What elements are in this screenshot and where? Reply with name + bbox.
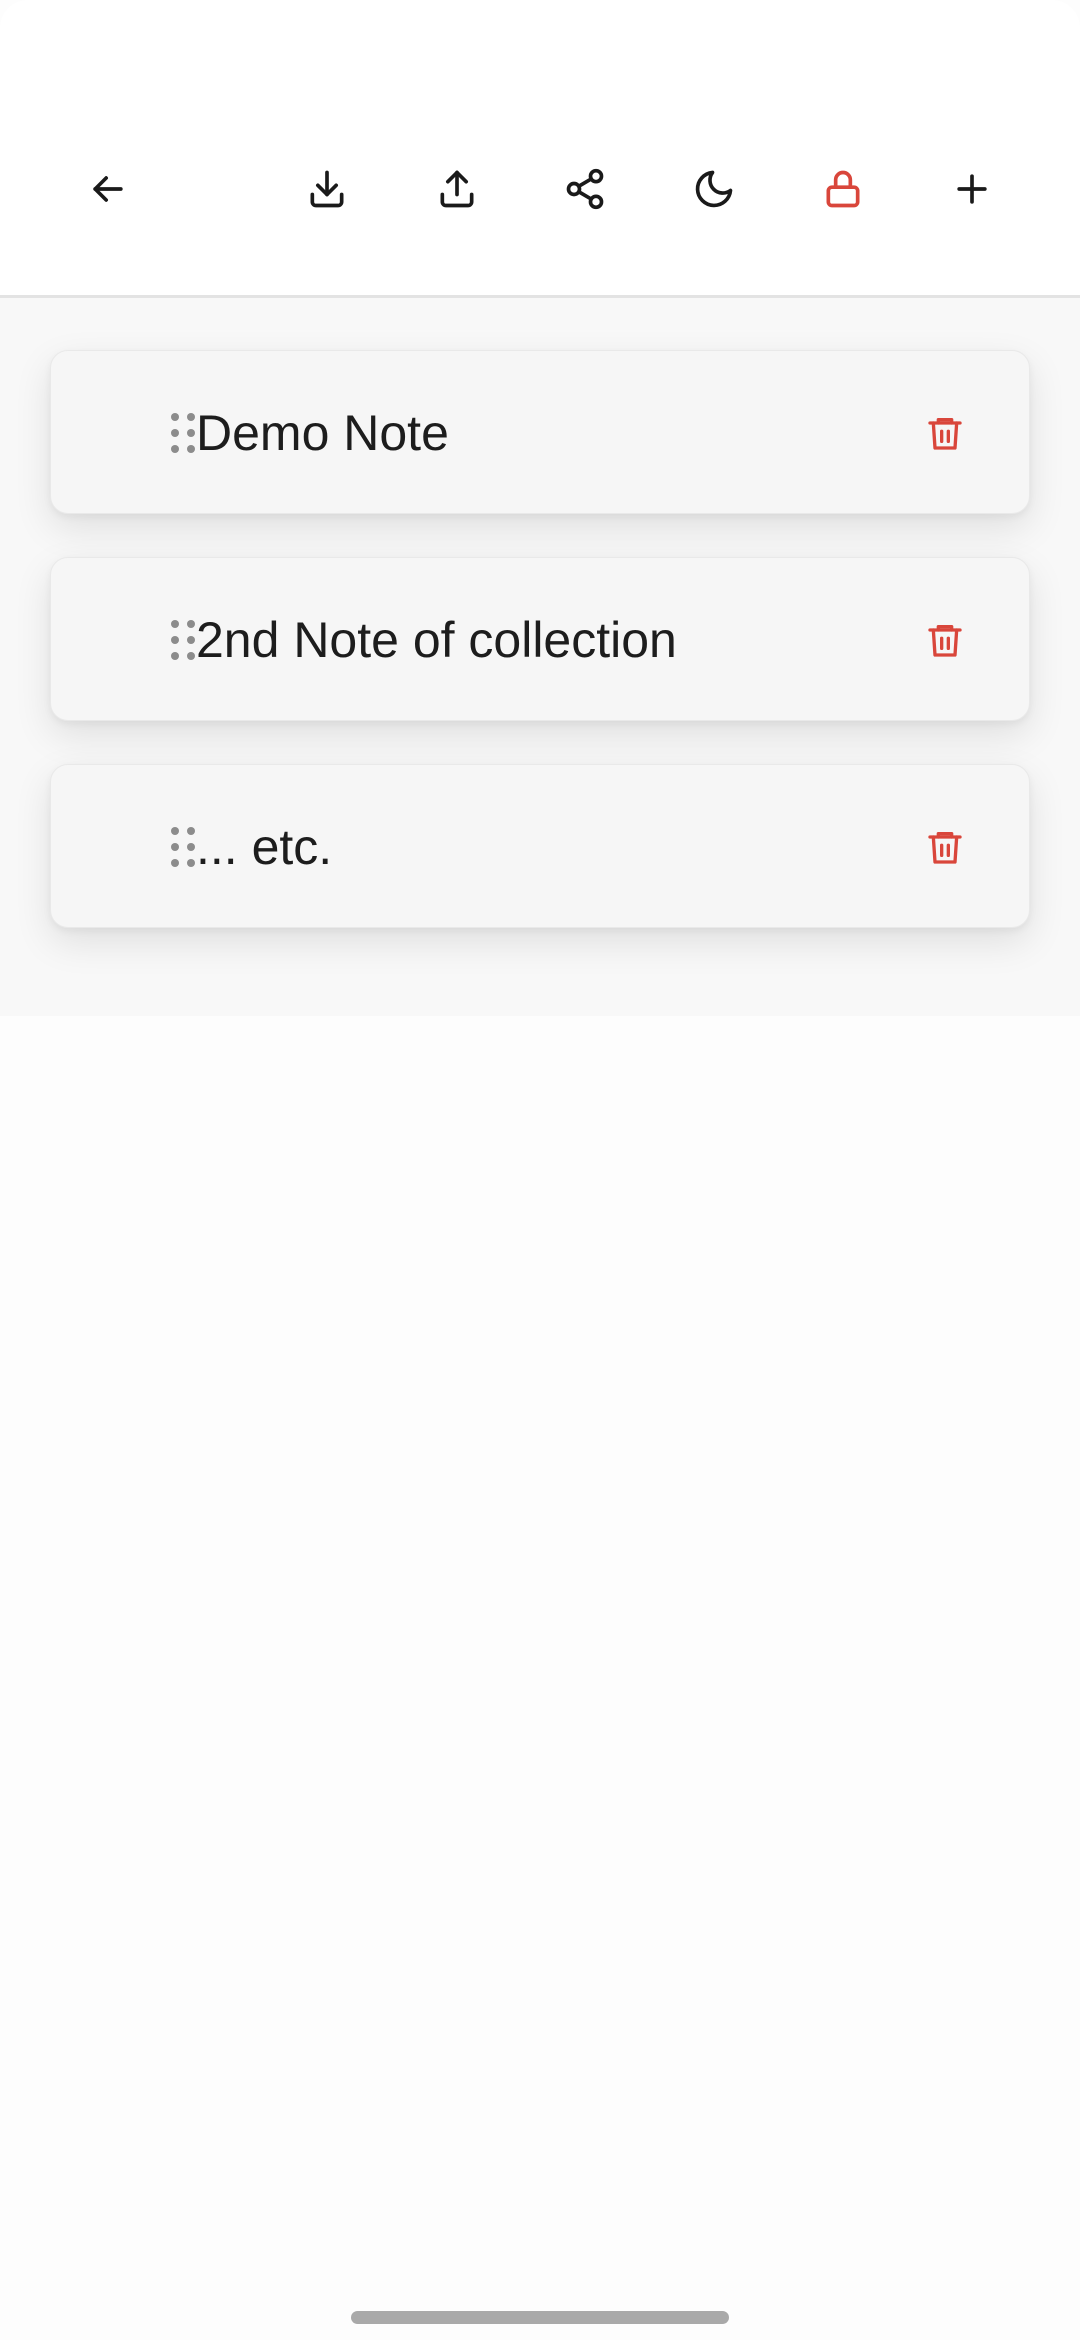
drag-handle[interactable] xyxy=(169,618,197,662)
note-title[interactable]: Demo Note xyxy=(196,351,449,515)
share-button[interactable] xyxy=(555,159,615,219)
arrow-left-icon xyxy=(93,176,123,202)
plus-icon xyxy=(957,174,987,204)
drag-handle-icon xyxy=(171,827,195,867)
notes-screen: Demo Note 2nd Note of collection ... etc… xyxy=(0,0,1080,2340)
note-item[interactable]: ... etc. xyxy=(50,764,1030,928)
trash-icon xyxy=(928,418,962,450)
trash-icon xyxy=(928,832,962,864)
delete-note-button[interactable] xyxy=(921,616,969,664)
lock-icon xyxy=(826,170,860,208)
download-icon xyxy=(310,170,344,208)
note-title[interactable]: 2nd Note of collection xyxy=(196,558,677,722)
note-item[interactable]: 2nd Note of collection xyxy=(50,557,1030,721)
download-button[interactable] xyxy=(297,159,357,219)
drag-handle[interactable] xyxy=(169,411,197,455)
back-button[interactable] xyxy=(78,159,138,219)
delete-note-button[interactable] xyxy=(921,823,969,871)
delete-note-button[interactable] xyxy=(921,409,969,457)
trash-icon xyxy=(928,625,962,657)
drag-handle-icon xyxy=(171,620,195,660)
notes-list: Demo Note 2nd Note of collection ... etc… xyxy=(0,298,1080,1016)
share-icon xyxy=(566,168,604,210)
home-indicator[interactable] xyxy=(351,2311,729,2324)
note-title[interactable]: ... etc. xyxy=(196,765,332,929)
note-item[interactable]: Demo Note xyxy=(50,350,1030,514)
moon-icon xyxy=(695,170,733,208)
drag-handle-icon xyxy=(171,413,195,453)
upload-button[interactable] xyxy=(427,159,487,219)
top-app-bar xyxy=(0,0,1080,298)
upload-icon xyxy=(440,170,474,208)
drag-handle[interactable] xyxy=(169,825,197,869)
lock-button[interactable] xyxy=(813,159,873,219)
add-note-button[interactable] xyxy=(942,159,1002,219)
dark-mode-button[interactable] xyxy=(684,159,744,219)
